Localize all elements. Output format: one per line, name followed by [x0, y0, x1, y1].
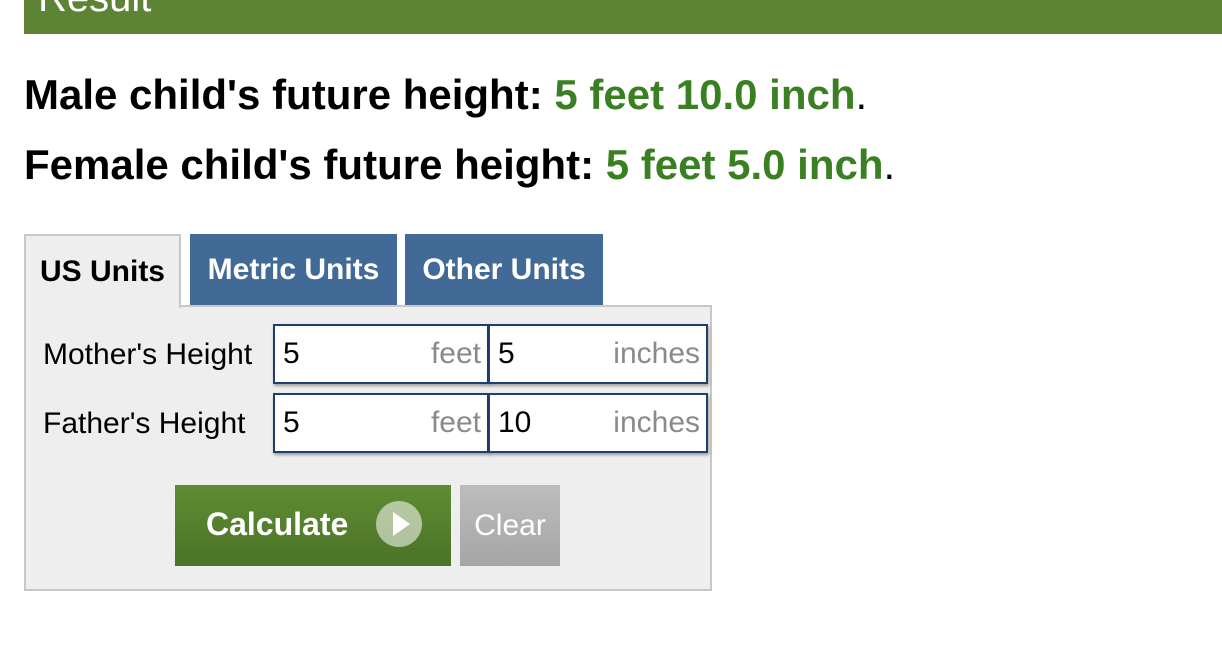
- father-inches-field: inches: [488, 393, 708, 453]
- result-title: Result: [38, 0, 151, 22]
- mother-inches-unit: inches: [613, 337, 700, 370]
- female-height-label: Female child's future height:: [24, 141, 606, 188]
- clear-button[interactable]: Clear: [460, 485, 560, 566]
- calculate-button[interactable]: Calculate: [175, 485, 451, 566]
- mother-height-label: Mother's Height: [43, 338, 253, 371]
- tab-other-units[interactable]: Other Units: [405, 234, 603, 306]
- height-form-panel: Mother's Height feet inches Father's Hei…: [24, 305, 712, 591]
- tab-metric-units[interactable]: Metric Units: [190, 234, 397, 306]
- father-inches-input[interactable]: [498, 405, 618, 441]
- mother-feet-input[interactable]: [283, 336, 403, 372]
- father-feet-input[interactable]: [283, 405, 403, 441]
- tab-us-units[interactable]: US Units: [24, 234, 181, 308]
- result-header-bar: Result: [24, 0, 1222, 34]
- father-feet-unit: feet: [430, 406, 481, 439]
- father-inches-unit: inches: [613, 406, 700, 439]
- father-height-label: Father's Height: [43, 407, 246, 440]
- father-feet-field: feet: [273, 393, 489, 453]
- male-period: .: [855, 71, 868, 118]
- female-period: .: [883, 141, 896, 188]
- male-height-result: Male child's future height: 5 feet 10.0 …: [24, 71, 867, 119]
- mother-inches-field: inches: [488, 324, 708, 384]
- mother-feet-field: feet: [273, 324, 489, 384]
- mother-inches-input[interactable]: [498, 336, 618, 372]
- male-height-value: 5 feet 10.0 inch: [554, 71, 856, 118]
- female-height-result: Female child's future height: 5 feet 5.0…: [24, 141, 895, 189]
- calculate-button-label: Calculate: [206, 506, 349, 542]
- play-circle-icon: [376, 501, 422, 547]
- male-height-label: Male child's future height:: [24, 71, 555, 118]
- female-height-value: 5 feet 5.0 inch: [605, 141, 884, 188]
- mother-feet-unit: feet: [430, 337, 481, 370]
